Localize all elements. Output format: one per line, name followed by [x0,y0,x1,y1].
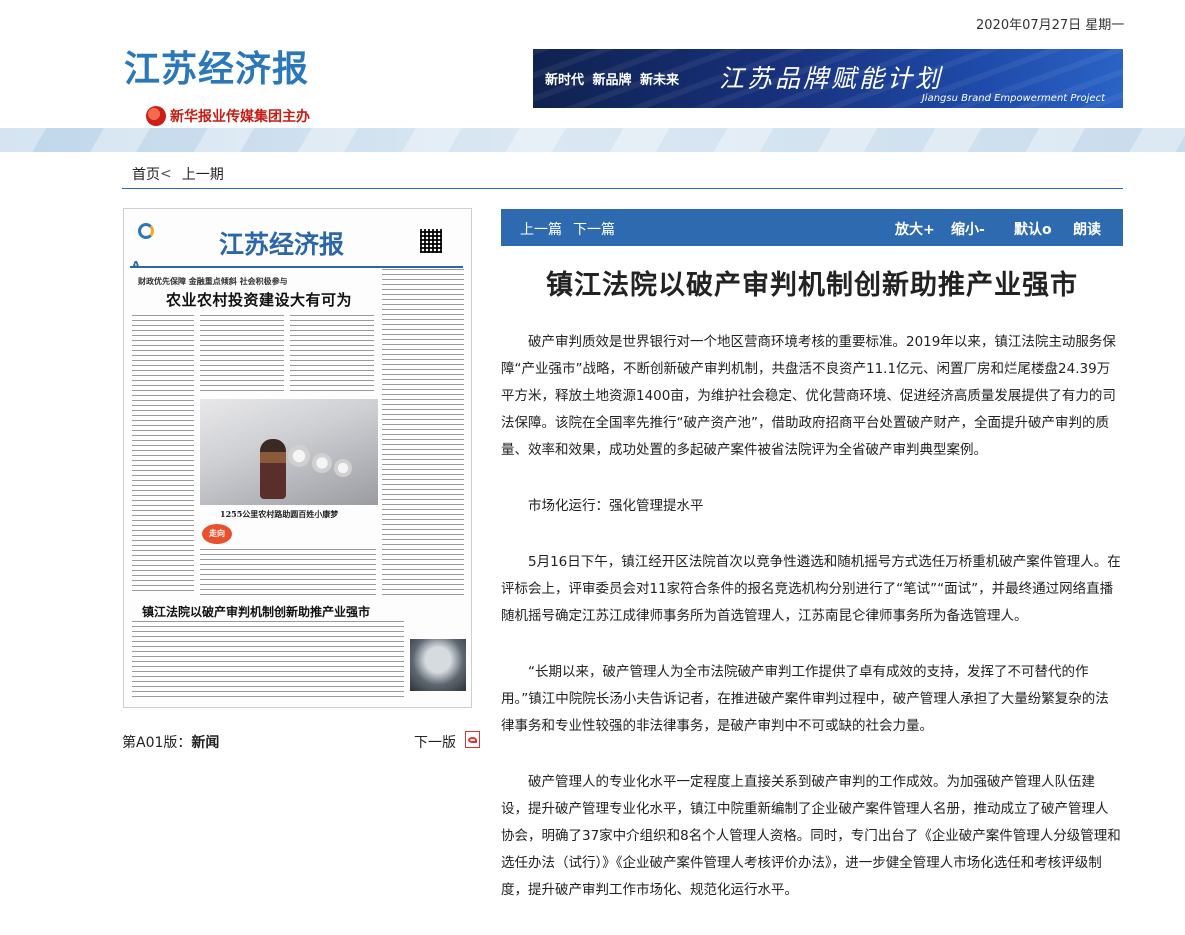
thumb-lead-title[interactable]: 镇江法院以破产审判机制创新助推产业强市 [142,603,370,620]
photo-roll [312,453,332,473]
thumb-text-column[interactable] [200,549,376,595]
article-title: 镇江法院以破产审判机制创新助推产业强市 [546,270,1078,301]
thumb-text-column[interactable] [132,315,194,595]
next-page-link[interactable]: 下一版 [414,732,456,752]
banner-slogan: 新时代 新品牌 新未来 [545,73,680,88]
read-aloud-button[interactable]: 朗读 [1073,219,1101,239]
banner-subtitle: Jiangsu Brand Empowerment Project [921,93,1105,104]
sponsor-line: 新华报业传媒集团主办 [146,105,310,127]
date-text: 2020年07月27日 星期一 [976,18,1125,33]
page-thumbnail[interactable]: 江苏经济报 A 财政优先保障 金融重点倾斜 社会积极参与 农业农村投资建设大有可… [123,208,472,708]
article-body: 破产审判质效是世界银行对一个地区营商环境考核的重要标准。2019年以来，镇江法院… [501,329,1121,904]
banner-title: 江苏品牌赋能计划 [719,64,944,93]
next-article-link[interactable]: 下一篇 [573,219,615,239]
photo-worker [260,439,286,499]
thumb-masthead: 江苏经济报 [219,230,345,259]
header-band [0,128,1185,152]
masthead: 2020年07月27日 星期一 江苏经济报 新华报业传媒集团主办 新时代 新品牌… [0,0,1185,152]
thumb-rule [130,266,463,268]
photo-roll [288,445,310,467]
zoom-out-button[interactable]: 缩小- [951,219,985,239]
thumb-headline[interactable]: 农业农村投资建设大有可为 [166,289,352,310]
nav-bar: 首页 < 上一期 [122,160,1123,189]
nav-prev-issue-link[interactable]: 上一期 [182,164,224,184]
thumb-photo-factory[interactable] [200,399,378,505]
zoom-in-button[interactable]: 放大+ [895,219,935,239]
pdf-icon[interactable] [465,731,480,748]
thumb-kicker: 财政优先保障 金融重点倾斜 社会积极参与 [138,276,288,286]
page-caption: 第A01版：新闻 [122,732,219,752]
thumb-subhead[interactable]: 1255公里农村路助圆百姓小康梦 [220,509,338,520]
article-toolbar: 上一篇 下一篇 放大+ 缩小- 默认o 朗读 [501,209,1123,246]
prev-article-link[interactable]: 上一篇 [520,219,562,239]
nav-separator: < [160,166,172,182]
nav-home-link[interactable]: 首页 [132,164,160,184]
page-section[interactable]: 新闻 [191,735,219,751]
thumb-text-column[interactable] [290,315,374,393]
article-paragraph: 5月16日下午，镇江经开区法院首次以竞争性遴选和随机摇号方式选任万桥重机破产案件… [501,554,1121,624]
article-paragraph: “长期以来，破产管理人为全市法院破产审判工作提供了卓有成效的支持，发挥了不可替代… [501,664,1109,734]
sponsor-text: 新华报业传媒集团主办 [170,109,310,125]
brand-banner[interactable]: 新时代 新品牌 新未来 江苏品牌赋能计划 Jiangsu Brand Empow… [533,49,1123,108]
photo-roll [334,459,352,477]
thumb-text-column[interactable] [200,315,284,393]
article-paragraph: 破产审判质效是世界银行对一个地区营商环境考核的重要标准。2019年以来，镇江法院… [501,334,1116,458]
thumb-photo-machine[interactable] [410,639,466,691]
default-size-button[interactable]: 默认o [1014,219,1052,239]
paper-emblem-icon [138,223,154,239]
newspaper-logo[interactable]: 江苏经济报 [124,40,309,92]
article-paragraph: 破产管理人的专业化水平一定程度上直接关系到破产审判的工作成效。为加强破产管理人队… [501,774,1121,898]
qr-code-icon [420,229,442,253]
thumb-badge: 走向 [202,524,232,544]
xinhua-logo-icon [146,106,166,126]
thumb-lead-article-text[interactable] [132,621,404,701]
page-label: 第A01版： [122,735,192,751]
thumb-text-column[interactable] [382,269,464,599]
article-subheading: 市场化运行：强化管理提水平 [528,498,704,514]
